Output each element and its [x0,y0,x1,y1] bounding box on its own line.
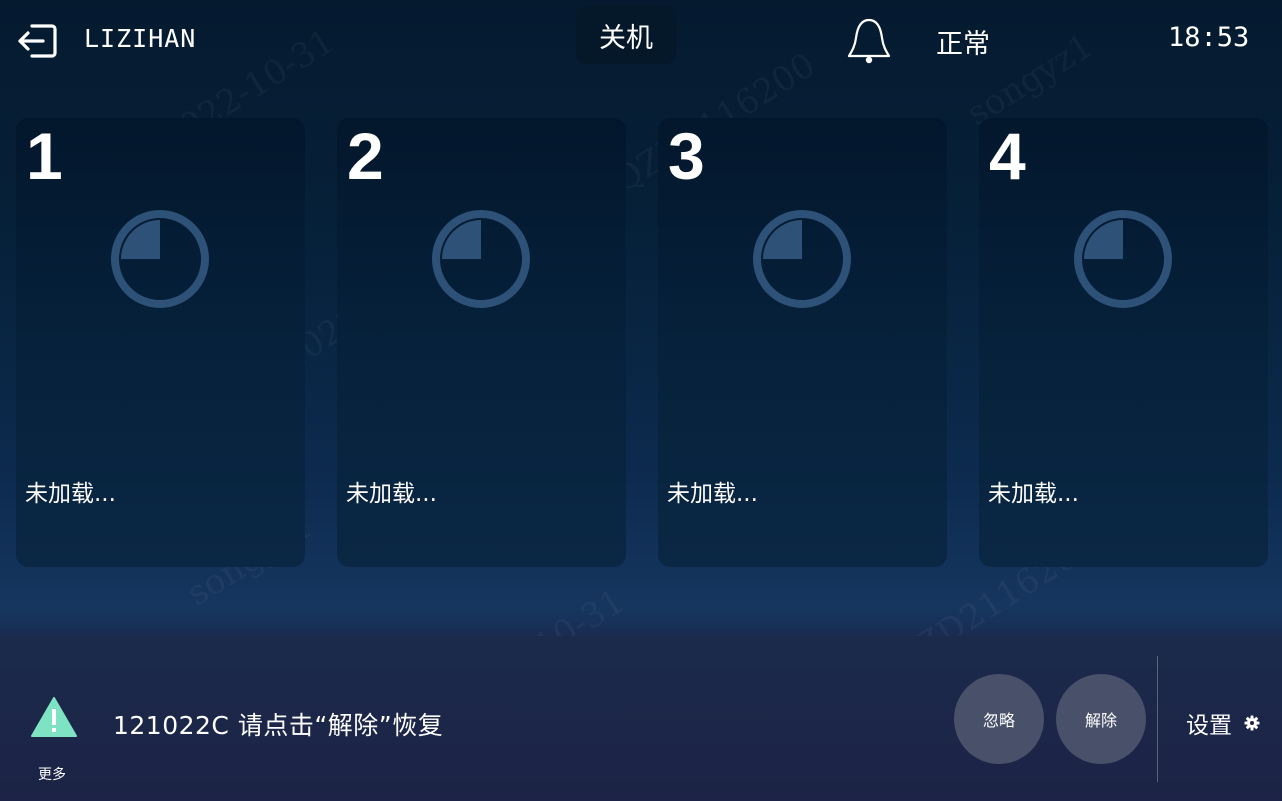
logout-icon[interactable] [16,22,58,60]
slot-status: 未加载... [25,481,116,507]
top-bar: LIZIHAN 关机 正常 18:53 [0,0,1282,82]
slot-status: 未加载... [346,481,437,507]
clock: 18:53 [1168,22,1250,53]
warning-icon[interactable] [30,696,78,738]
slot-status: 未加载... [667,481,758,507]
gear-icon [1244,715,1260,731]
slot-card-4[interactable]: 4 未加载... [979,118,1268,567]
alarm-bar: 更多 121022C 请点击“解除”恢复 忽略 解除 设置 [0,636,1282,801]
ignore-button[interactable]: 忽略 [954,674,1044,764]
settings-label: 设置 [1186,713,1232,739]
timer-icon [111,210,209,308]
slot-number: 4 [989,119,1026,193]
power-off-button[interactable]: 关机 [576,6,676,64]
timer-icon [1074,210,1172,308]
slot-number: 1 [26,119,63,193]
slot-card-1[interactable]: 1 未加载... [16,118,305,567]
slot-status: 未加载... [988,481,1079,507]
alarm-message: 121022C 请点击“解除”恢复 [113,711,444,740]
app-screen: 2022-10-31 songyz1 SIJJQZD2116200 2022-1… [0,0,1282,801]
slot-number: 2 [347,119,384,193]
slot-card-2[interactable]: 2 未加载... [337,118,626,567]
device-status: 正常 [936,29,990,60]
more-link[interactable]: 更多 [38,764,66,784]
settings-button[interactable]: 设置 [1186,706,1260,740]
release-button[interactable]: 解除 [1056,674,1146,764]
username: LIZIHAN [84,24,197,53]
bell-icon[interactable] [846,16,892,64]
slot-card-3[interactable]: 3 未加载... [658,118,947,567]
timer-icon [753,210,851,308]
timer-icon [432,210,530,308]
divider [1157,656,1158,782]
slot-number: 3 [668,119,705,193]
